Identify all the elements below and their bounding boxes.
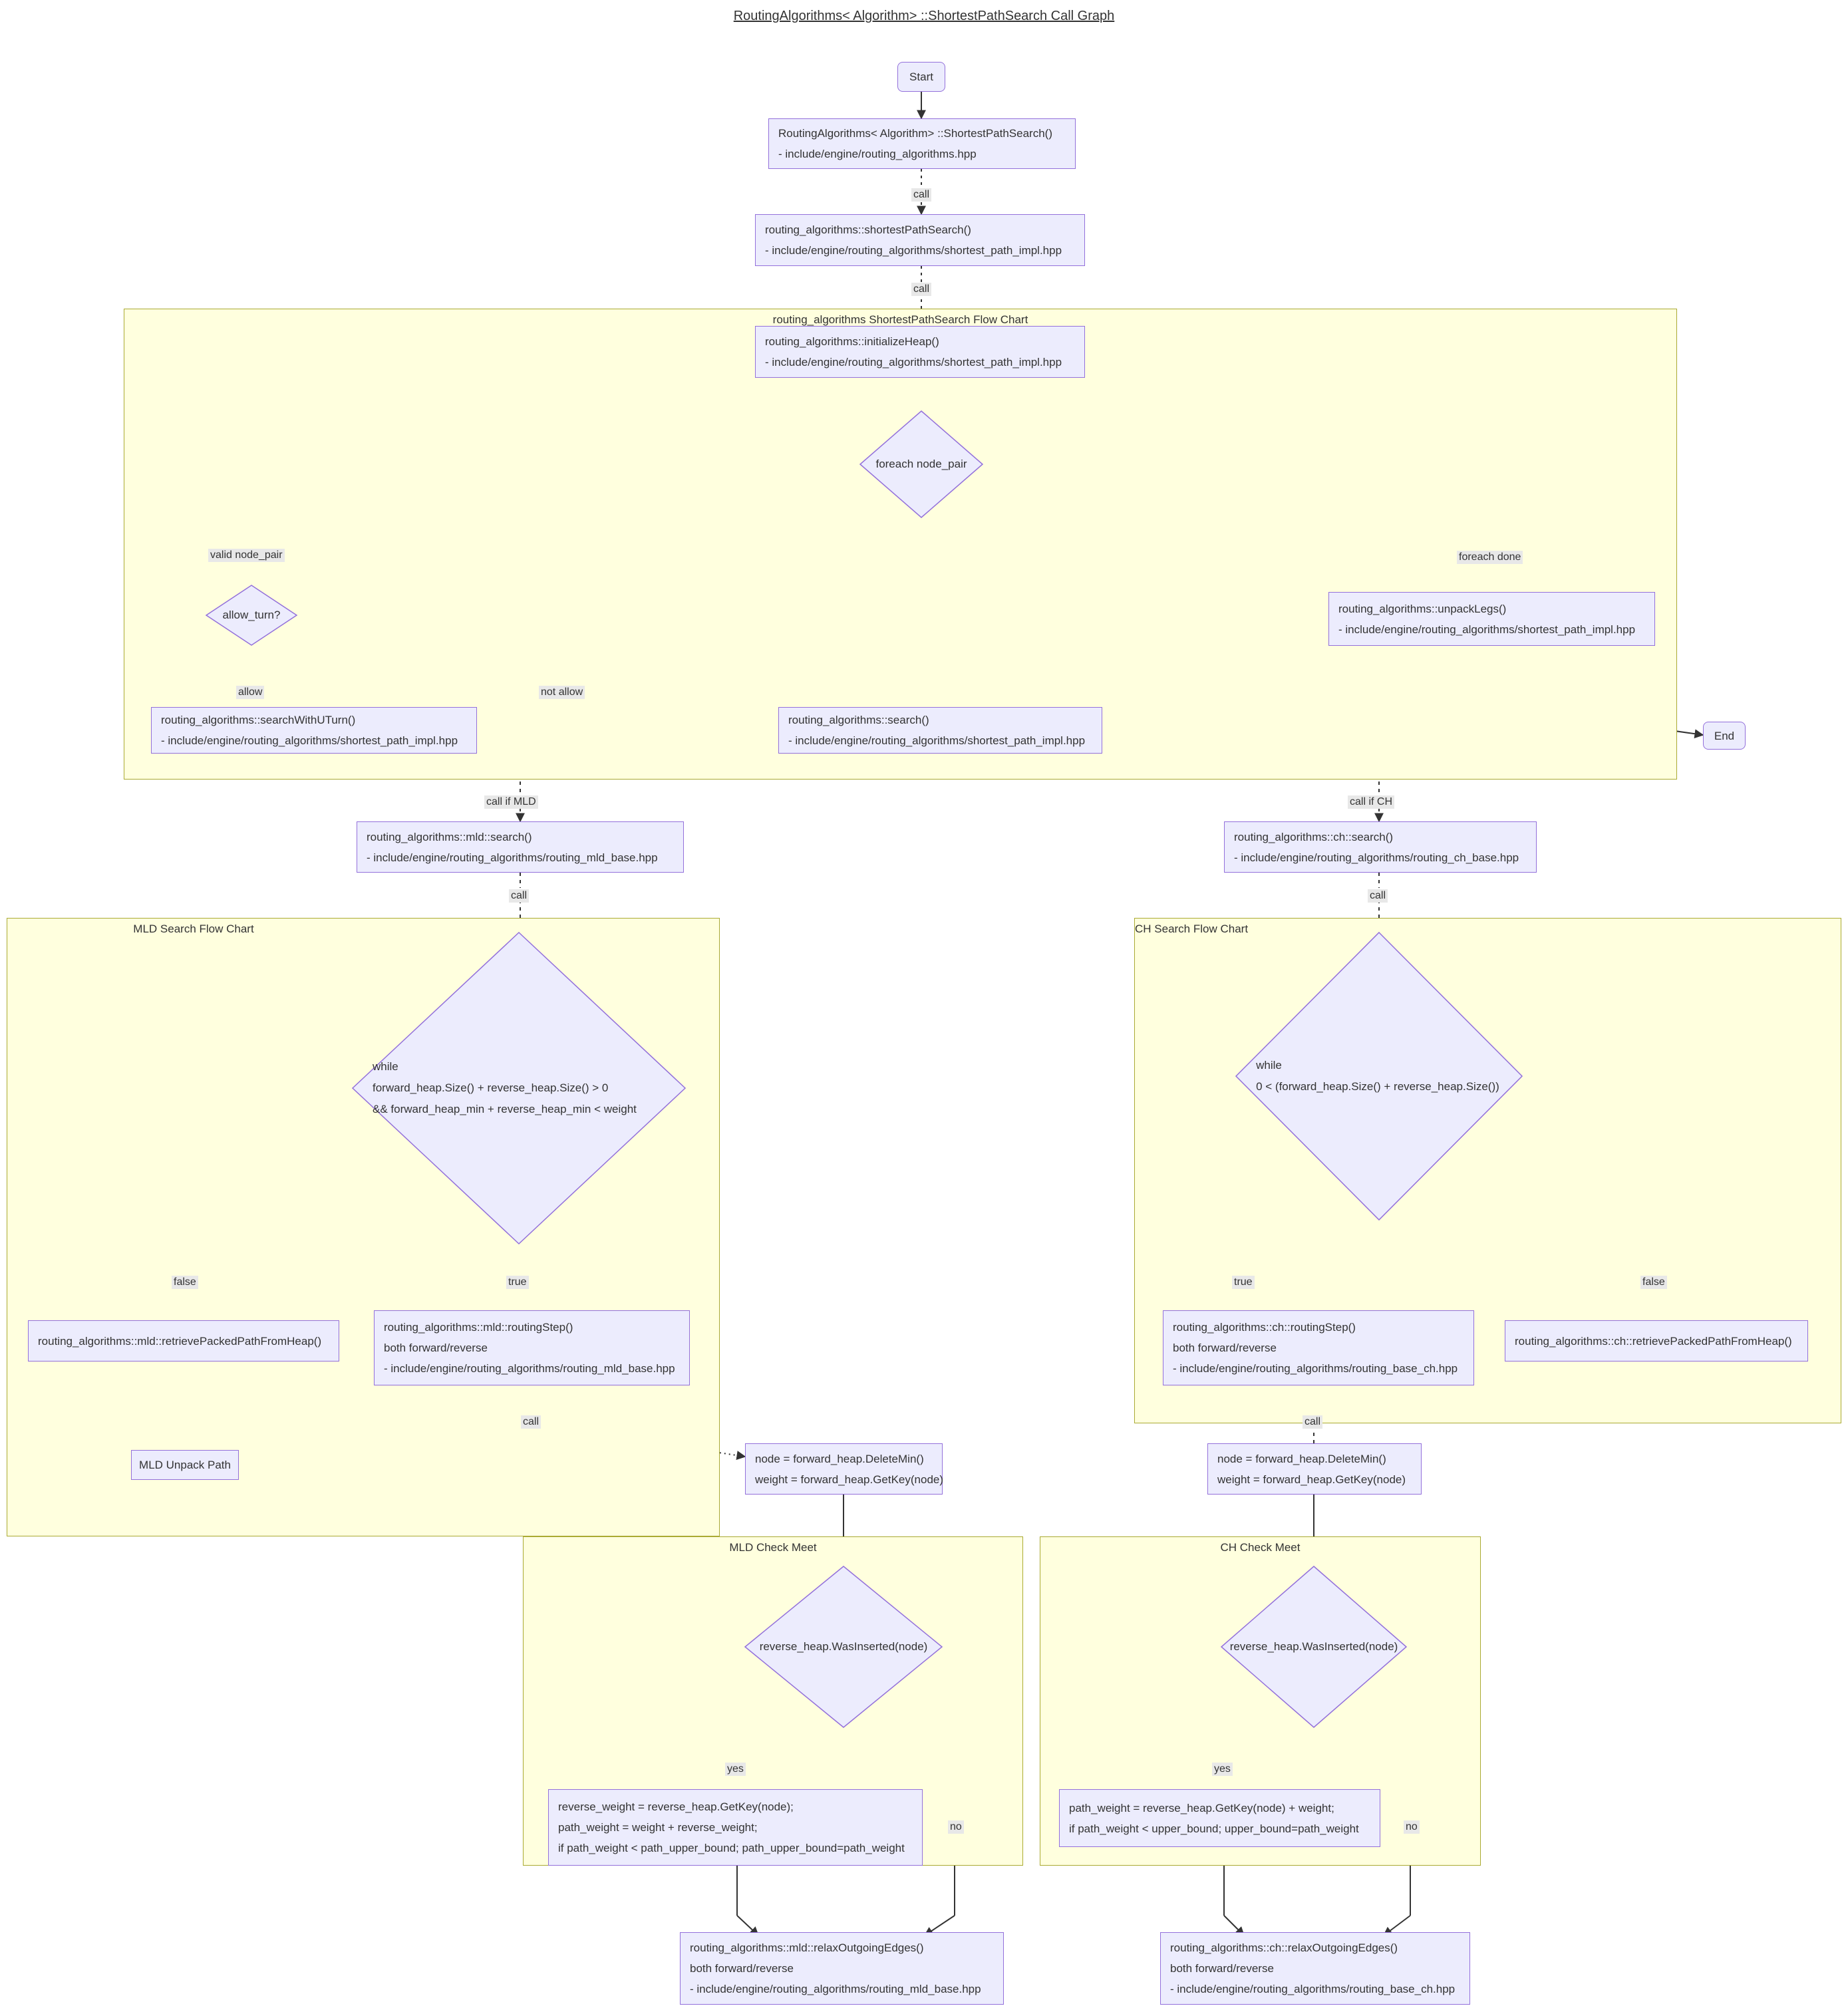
node-initialize-heap[interactable]: routing_algorithms::initializeHeap() - i… [755, 326, 1085, 378]
node-ch-search-line2: - include/engine/routing_algorithms/rout… [1234, 851, 1519, 864]
call-graph-diagram: RoutingAlgorithms< Algorithm> ::Shortest… [0, 0, 1848, 2008]
node-shortest-path-search[interactable]: RoutingAlgorithms< Algorithm> ::Shortest… [768, 118, 1076, 169]
node-mld-path-weight-line1: reverse_weight = reverse_heap.GetKey(nod… [558, 1800, 794, 1813]
node-unpack-legs-line2: - include/engine/routing_algorithms/shor… [1338, 623, 1636, 636]
node-mld-retrieve-packed-path-label: routing_algorithms::mld::retrievePackedP… [38, 1334, 322, 1348]
node-start-label: Start [909, 71, 933, 83]
page-title: RoutingAlgorithms< Algorithm> ::Shortest… [733, 9, 1115, 23]
edge-label-call-1: call [911, 188, 932, 202]
node-ch-routing-step-line1: routing_algorithms::ch::routingStep() [1173, 1321, 1356, 1334]
node-mld-path-weight[interactable]: reverse_weight = reverse_heap.GetKey(nod… [548, 1789, 923, 1866]
node-ch-while[interactable]: while 0 < (forward_heap.Size() + reverse… [1235, 931, 1523, 1221]
edge-label-valid-node-pair: valid node_pair [208, 549, 285, 562]
node-mld-unpack-path-label: MLD Unpack Path [139, 1459, 231, 1471]
node-ch-path-weight[interactable]: path_weight = reverse_heap.GetKey(node) … [1059, 1789, 1380, 1847]
node-search-line1: routing_algorithms::search() [788, 714, 929, 726]
cluster-main-flow-label: routing_algorithms ShortestPathSearch Fl… [772, 313, 1028, 326]
node-mld-relax-line1: routing_algorithms::mld::relaxOutgoingEd… [690, 1941, 924, 1954]
node-ch-routing-step-line3: - include/engine/routing_algorithms/rout… [1173, 1362, 1458, 1375]
node-ch-relax-line2: both forward/reverse [1170, 1962, 1274, 1975]
node-mld-search[interactable]: routing_algorithms::mld::search() - incl… [357, 821, 684, 873]
edge-label-call-if-ch: call if CH [1348, 795, 1395, 809]
node-end[interactable]: End [1703, 722, 1746, 750]
node-mld-routing-step-line1: routing_algorithms::mld::routingStep() [384, 1321, 573, 1334]
node-ch-path-weight-line2: if path_weight < upper_bound; upper_boun… [1069, 1822, 1359, 1835]
edge-label-ch-yes: yes [1212, 1763, 1233, 1776]
node-start[interactable]: Start [897, 62, 945, 92]
node-ch-retrieve-packed-path-label: routing_algorithms::ch::retrievePackedPa… [1515, 1334, 1792, 1348]
node-ra-shortest-path-search-line1: routing_algorithms::shortestPathSearch() [765, 223, 971, 236]
node-unpack-legs[interactable]: routing_algorithms::unpackLegs() - inclu… [1328, 592, 1655, 646]
node-mld-routing-step-line3: - include/engine/routing_algorithms/rout… [384, 1362, 675, 1375]
node-ch-retrieve-packed-path[interactable]: routing_algorithms::ch::retrievePackedPa… [1505, 1320, 1808, 1362]
node-ra-shortest-path-search[interactable]: routing_algorithms::shortestPathSearch()… [755, 214, 1085, 266]
edge-label-call-ch: call [1368, 889, 1388, 903]
edge-label-mld-no: no [948, 1820, 964, 1834]
node-search-with-uturn-line1: routing_algorithms::searchWithUTurn() [161, 714, 356, 726]
node-ch-delete-min[interactable]: node = forward_heap.DeleteMin() weight =… [1207, 1443, 1422, 1495]
node-mld-search-line1: routing_algorithms::mld::search() [367, 830, 532, 843]
node-mld-unpack-path[interactable]: MLD Unpack Path [131, 1450, 239, 1480]
node-mld-relax-outgoing-edges[interactable]: routing_algorithms::mld::relaxOutgoingEd… [680, 1932, 1004, 2005]
node-ch-was-inserted[interactable]: reverse_heap.WasInserted(node) [1220, 1566, 1408, 1728]
edge-label-call-2: call [911, 283, 932, 296]
edge-label-mld-false: false [172, 1276, 198, 1289]
node-search[interactable]: routing_algorithms::search() - include/e… [778, 707, 1102, 754]
edge-label-ch-true: true [1232, 1276, 1255, 1289]
node-ch-relax-line1: routing_algorithms::ch::relaxOutgoingEdg… [1170, 1941, 1398, 1954]
node-mld-path-weight-line2: path_weight = weight + reverse_weight; [558, 1821, 758, 1834]
node-mld-search-line2: - include/engine/routing_algorithms/rout… [367, 851, 658, 864]
node-ch-relax-line3: - include/engine/routing_algorithms/rout… [1170, 1983, 1456, 1995]
node-mld-delete-min-line2: weight = forward_heap.GetKey(node) [755, 1473, 944, 1486]
node-ch-relax-outgoing-edges[interactable]: routing_algorithms::ch::relaxOutgoingEdg… [1160, 1932, 1470, 2005]
node-ch-routing-step[interactable]: routing_algorithms::ch::routingStep() bo… [1163, 1310, 1474, 1385]
node-mld-routing-step[interactable]: routing_algorithms::mld::routingStep() b… [374, 1310, 690, 1385]
edge-label-mld-step-call: call [521, 1415, 541, 1429]
edge-label-foreach-done: foreach done [1457, 551, 1523, 564]
edge-label-call-mld: call [509, 889, 530, 903]
node-mld-routing-step-line2: both forward/reverse [384, 1342, 488, 1354]
node-search-with-uturn[interactable]: routing_algorithms::searchWithUTurn() - … [151, 707, 477, 754]
node-mld-retrieve-packed-path[interactable]: routing_algorithms::mld::retrievePackedP… [28, 1320, 339, 1362]
edge-label-mld-yes: yes [725, 1763, 746, 1776]
node-mld-relax-line2: both forward/reverse [690, 1962, 794, 1975]
node-ch-routing-step-line2: both forward/reverse [1173, 1342, 1277, 1354]
node-ch-search-line1: routing_algorithms::ch::search() [1234, 830, 1394, 843]
edge-label-not-allow: not allow [539, 686, 585, 699]
node-allow-turn[interactable]: allow_turn? [205, 585, 298, 646]
node-ch-delete-min-line1: node = forward_heap.DeleteMin() [1217, 1452, 1386, 1465]
node-mld-path-weight-line3: if path_weight < path_upper_bound; path_… [558, 1842, 905, 1854]
node-search-with-uturn-line2: - include/engine/routing_algorithms/shor… [161, 734, 458, 747]
node-unpack-legs-line1: routing_algorithms::unpackLegs() [1338, 602, 1507, 615]
edge-label-ch-no: no [1404, 1820, 1420, 1834]
edge-label-ch-false: false [1640, 1276, 1667, 1289]
node-mld-delete-min-line1: node = forward_heap.DeleteMin() [755, 1452, 924, 1465]
cluster-ch-search-label: CH Search Flow Chart [1135, 923, 1249, 935]
node-shortest-path-search-line1: RoutingAlgorithms< Algorithm> ::Shortest… [778, 127, 1052, 140]
node-shortest-path-search-line2: - include/engine/routing_algorithms.hpp [778, 148, 977, 160]
node-mld-was-inserted[interactable]: reverse_heap.WasInserted(node) [744, 1566, 943, 1728]
node-mld-relax-line3: - include/engine/routing_algorithms/rout… [690, 1983, 981, 1995]
node-ch-delete-min-line2: weight = forward_heap.GetKey(node) [1217, 1473, 1406, 1486]
node-mld-delete-min[interactable]: node = forward_heap.DeleteMin() weight =… [745, 1443, 943, 1495]
node-ch-search[interactable]: routing_algorithms::ch::search() - inclu… [1224, 821, 1537, 873]
cluster-mld-search-label: MLD Search Flow Chart [133, 923, 254, 935]
node-foreach-node-pair[interactable]: foreach node_pair [859, 410, 984, 518]
edge-label-call-if-mld: call if MLD [484, 795, 538, 809]
node-initialize-heap-line2: - include/engine/routing_algorithms/shor… [765, 356, 1062, 368]
node-mld-while[interactable]: while forward_heap.Size() + reverse_heap… [351, 931, 687, 1245]
node-ch-path-weight-line1: path_weight = reverse_heap.GetKey(node) … [1069, 1801, 1334, 1814]
node-initialize-heap-line1: routing_algorithms::initializeHeap() [765, 335, 939, 348]
edge-label-mld-true: true [506, 1276, 529, 1289]
node-ra-shortest-path-search-line2: - include/engine/routing_algorithms/shor… [765, 244, 1062, 257]
edge-label-allow: allow [236, 686, 265, 699]
cluster-mld-check-meet-label: MLD Check Meet [729, 1541, 817, 1554]
node-search-line2: - include/engine/routing_algorithms/shor… [788, 734, 1086, 747]
edge-label-ch-step-call: call [1303, 1415, 1323, 1429]
node-end-label: End [1714, 729, 1735, 742]
cluster-ch-check-meet-label: CH Check Meet [1220, 1541, 1301, 1554]
